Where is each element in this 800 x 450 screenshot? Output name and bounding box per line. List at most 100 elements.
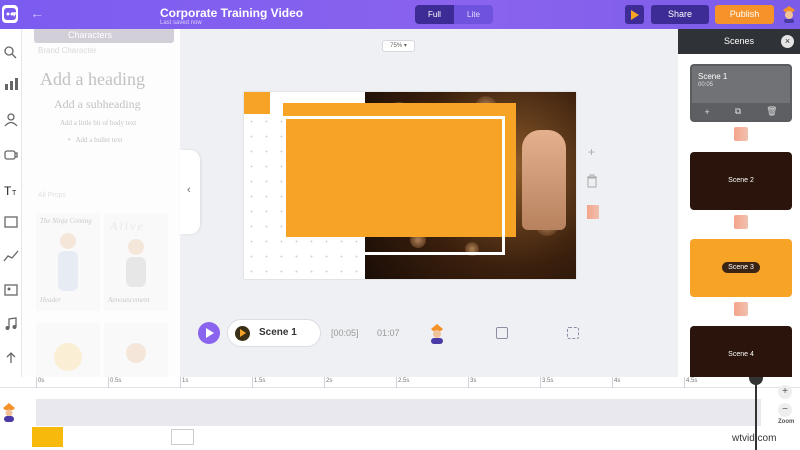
tick-line (612, 377, 613, 388)
scene-canvas[interactable] (244, 92, 576, 279)
assets-panel: Characters Brand Character Add a heading… (22, 29, 180, 377)
character-thumbnail (126, 343, 146, 363)
tick-line (684, 377, 685, 388)
add-scene-icon[interactable]: + (704, 107, 709, 117)
search-icon[interactable] (3, 45, 19, 59)
mode-lite-button[interactable]: Lite (454, 5, 493, 24)
tick-label: 3.5s (542, 378, 554, 384)
scene-title: Scene 4 (728, 351, 754, 358)
timeline-clip-empty[interactable] (171, 429, 194, 445)
scene-card-2[interactable]: Scene 2 (690, 152, 792, 210)
trash-icon[interactable] (586, 174, 598, 188)
color-swatch[interactable] (587, 205, 599, 219)
asset-tile[interactable]: Announcement (104, 296, 168, 377)
canvas-zoom-select[interactable]: 75% ▾ (382, 40, 415, 52)
tick-line (180, 377, 181, 388)
project-title[interactable]: Corporate Training Video (160, 6, 303, 20)
media-icon[interactable] (496, 327, 508, 339)
scene-title: Scene 2 (728, 177, 754, 184)
add-subheading-text[interactable]: Add a subheading (54, 97, 141, 112)
tick-line (396, 377, 397, 388)
scene-card-3[interactable]: Scene 3 (690, 239, 792, 297)
orange-corner-block[interactable] (244, 92, 270, 114)
tick-label: 4s (614, 378, 621, 384)
character-icon[interactable] (3, 113, 19, 127)
duplicate-icon[interactable]: ⧉ (735, 106, 741, 117)
scene-player[interactable]: Scene 1 (227, 319, 321, 347)
transition-icon[interactable] (734, 127, 748, 141)
add-heading-text[interactable]: Add a heading (40, 69, 145, 90)
tick-line (108, 377, 109, 388)
chart-icon[interactable] (3, 77, 19, 91)
tick-label: 0.5s (110, 378, 122, 384)
asset-caption: Header (40, 296, 61, 304)
white-frame[interactable] (283, 116, 505, 255)
scene-actions: + ⧉ 🗑 (692, 103, 790, 120)
watermark: wtvid.com (732, 433, 777, 444)
tick-label: 0s (38, 378, 45, 384)
collapse-panel-handle[interactable]: ‹ (180, 150, 200, 234)
timeline-clip[interactable] (32, 427, 63, 447)
props-icon[interactable] (3, 147, 19, 161)
close-icon[interactable]: × (781, 35, 794, 48)
back-arrow-icon[interactable]: ← (30, 5, 44, 21)
add-body-text[interactable]: Add a little bit of body text (60, 119, 136, 127)
asset-tile[interactable]: Header (36, 296, 100, 377)
tick-label: 2s (326, 378, 333, 384)
zoom-in-button[interactable]: + (778, 385, 792, 399)
zoom-label: Zoom (778, 419, 795, 425)
scene-card-4[interactable]: Scene 4 (690, 326, 792, 377)
transition-icon[interactable] (734, 215, 748, 229)
add-element-icon[interactable]: + (588, 145, 595, 159)
play-button[interactable] (198, 322, 220, 344)
timeline: 0s 0.5s 1s 1.5s 2s 2.5s 3s 3.5s 4s 4.5s … (0, 377, 800, 450)
tick-label: 3s (470, 378, 477, 384)
tick-label: 1s (182, 378, 189, 384)
add-bullet-text[interactable]: Add a bullet text (68, 136, 122, 144)
left-toolbar: TT (0, 29, 22, 377)
music-icon[interactable] (3, 317, 19, 331)
scene-duration: [00:05] (331, 328, 359, 338)
tick-label: 2.5s (398, 378, 410, 384)
text-icon[interactable]: TT (3, 183, 19, 197)
scene-title: Scene 3 (722, 262, 760, 273)
characters-tab[interactable]: Characters (34, 29, 174, 43)
delete-icon[interactable]: 🗑 (766, 106, 777, 117)
tick-line (540, 377, 541, 388)
asset-caption: Announcement (108, 296, 150, 304)
chevron-left-icon: ‹ (187, 184, 191, 196)
user-avatar[interactable] (781, 5, 797, 23)
media-icon[interactable] (3, 283, 19, 297)
scene-duration: 00:05 (698, 82, 714, 88)
character-track[interactable] (36, 399, 761, 426)
line-chart-icon[interactable] (3, 249, 19, 263)
tick-line (324, 377, 325, 388)
scenes-panel: Scenes × Scene 1 00:05 + ⧉ 🗑 Scene 2 Sce… (678, 29, 800, 377)
fit-screen-icon[interactable] (567, 327, 579, 339)
scene-card-1[interactable]: Scene 1 00:05 + ⧉ 🗑 (690, 64, 792, 122)
upload-icon[interactable] (3, 351, 19, 365)
tick-label: 4.5s (686, 378, 698, 384)
tick-line (468, 377, 469, 388)
timeline-ruler[interactable]: 0s 0.5s 1s 1.5s 2s 2.5s 3s 3.5s 4s 4.5s (0, 377, 800, 388)
tick-label: 1.5s (254, 378, 266, 384)
play-scene-icon[interactable] (235, 326, 250, 341)
save-status: Last saved now (160, 20, 202, 26)
svg-text:T: T (12, 190, 17, 197)
character-icon[interactable] (428, 322, 446, 344)
current-scene-label: Scene 1 (259, 327, 297, 338)
brand-character-label: Brand Character (38, 46, 97, 55)
character-thumbnail (54, 343, 82, 371)
zoom-out-button[interactable]: − (778, 403, 792, 417)
tick-line (252, 377, 253, 388)
hand-image (522, 130, 566, 230)
preview-play-button[interactable] (625, 5, 644, 24)
character-track-icon[interactable] (1, 402, 17, 422)
share-button[interactable]: Share (651, 5, 709, 24)
transition-icon[interactable] (734, 302, 748, 316)
publish-button[interactable]: Publish (715, 5, 774, 24)
mode-full-button[interactable]: Full (415, 5, 454, 24)
chevron-down-icon[interactable]: ▾ (12, 9, 17, 20)
background-icon[interactable] (3, 215, 19, 229)
top-bar: ▾ ← Corporate Training Video Last saved … (0, 0, 800, 29)
